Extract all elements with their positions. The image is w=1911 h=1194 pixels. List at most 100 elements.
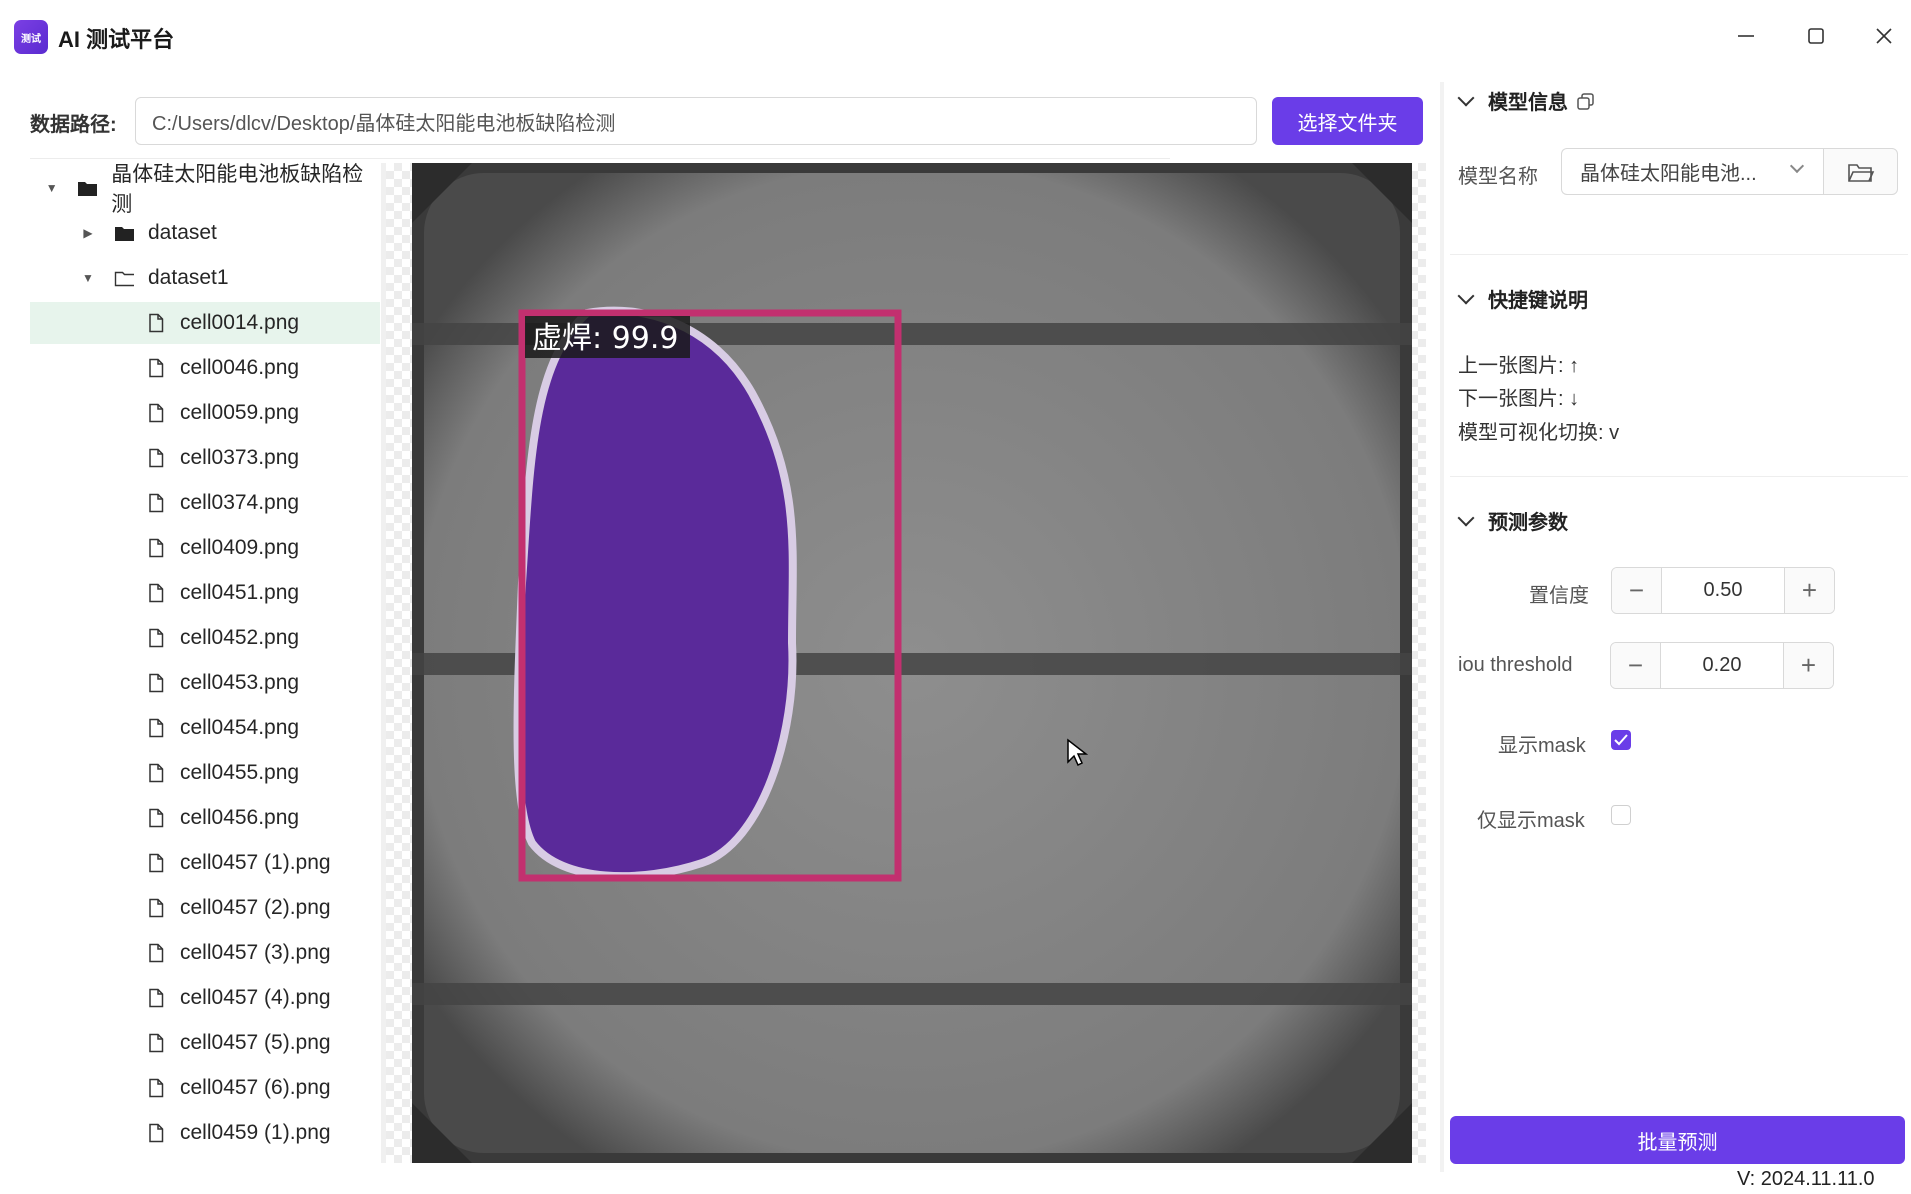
tree-root-folder[interactable]: ▼ 晶体硅太阳能电池板缺陷检测 bbox=[30, 163, 380, 216]
open-model-folder-button[interactable] bbox=[1823, 148, 1898, 195]
file-icon bbox=[146, 493, 166, 513]
only-mask-checkbox[interactable] bbox=[1611, 805, 1631, 825]
tree-file-item[interactable]: cell0373.png bbox=[30, 437, 380, 479]
tree-file-item[interactable]: cell0455.png bbox=[30, 752, 380, 794]
file-icon bbox=[146, 763, 166, 783]
close-icon bbox=[1876, 28, 1892, 44]
iou-stepper[interactable]: − 0.20 + bbox=[1610, 642, 1834, 689]
caret-down-icon[interactable]: ▼ bbox=[44, 181, 60, 195]
mouse-cursor-icon bbox=[1067, 738, 1088, 767]
file-tree[interactable]: ▼ 晶体硅太阳能电池板缺陷检测 ▶ dataset ▼ dataset1 cel… bbox=[30, 163, 380, 1163]
file-icon bbox=[146, 403, 166, 423]
chevron-down-icon bbox=[1457, 509, 1475, 526]
panel-divider[interactable] bbox=[1440, 82, 1444, 1172]
file-icon bbox=[146, 538, 166, 558]
divider bbox=[30, 158, 1170, 159]
copy-icon[interactable] bbox=[1576, 91, 1596, 111]
file-icon bbox=[146, 628, 166, 648]
model-name-label: 模型名称 bbox=[1458, 166, 1538, 188]
batch-predict-button[interactable]: 批量预测 bbox=[1450, 1116, 1905, 1164]
show-mask-checkbox[interactable] bbox=[1611, 730, 1631, 750]
file-icon bbox=[146, 313, 166, 333]
model-info-header[interactable]: 模型信息 bbox=[1456, 86, 1596, 115]
model-name-select[interactable]: 晶体硅太阳能电池... bbox=[1561, 148, 1824, 195]
tree-file-item[interactable]: cell0453.png bbox=[30, 662, 380, 704]
maximize-icon bbox=[1808, 28, 1824, 44]
tree-file-item[interactable]: cell0452.png bbox=[30, 617, 380, 659]
shortcut-prev: 上一张图片: ↑ bbox=[1458, 355, 1580, 377]
file-icon bbox=[146, 1078, 166, 1098]
file-icon bbox=[146, 988, 166, 1008]
tree-file-item[interactable]: cell0451.png bbox=[30, 572, 380, 614]
caret-down-icon[interactable]: ▼ bbox=[80, 271, 96, 285]
confidence-value[interactable]: 0.50 bbox=[1662, 568, 1784, 613]
app-logo: 测试 bbox=[14, 20, 48, 54]
folder-open-icon bbox=[1847, 163, 1874, 182]
section-divider bbox=[1450, 476, 1908, 477]
file-icon bbox=[146, 808, 166, 828]
chevron-down-icon bbox=[1457, 89, 1475, 106]
params-header[interactable]: 预测参数 bbox=[1456, 506, 1568, 535]
file-icon bbox=[146, 943, 166, 963]
tree-file-item[interactable]: cell0409.png bbox=[30, 527, 380, 569]
show-mask-label: 显示mask bbox=[1498, 735, 1586, 757]
shortcut-toggle: 模型可视化切换: v bbox=[1458, 422, 1620, 444]
close-button[interactable] bbox=[1866, 18, 1902, 54]
caret-right-icon[interactable]: ▶ bbox=[80, 226, 96, 240]
minimize-icon bbox=[1738, 35, 1754, 37]
detection-label: 虚焊: 99.9 bbox=[532, 321, 678, 356]
iou-decrement-button[interactable]: − bbox=[1611, 643, 1661, 688]
tree-file-item[interactable]: cell0046.png bbox=[30, 347, 380, 389]
version-label: V: 2024.11.11.0 bbox=[1737, 1168, 1875, 1190]
file-icon bbox=[146, 853, 166, 873]
folder-open-icon bbox=[114, 268, 134, 288]
check-icon bbox=[1614, 734, 1628, 746]
data-path-input[interactable]: C:/Users/dlcv/Desktop/晶体硅太阳能电池板缺陷检测 bbox=[135, 97, 1257, 145]
section-divider bbox=[1450, 254, 1908, 255]
folder-filled-icon bbox=[77, 178, 98, 198]
tree-file-item[interactable]: cell0457 (5).png bbox=[30, 1022, 380, 1064]
tree-file-item[interactable]: cell0457 (3).png bbox=[30, 932, 380, 974]
chevron-down-icon bbox=[1789, 158, 1805, 174]
app-title: AI 测试平台 bbox=[58, 27, 175, 52]
folder-filled-icon bbox=[114, 223, 134, 243]
maximize-button[interactable] bbox=[1798, 18, 1834, 54]
tree-file-item[interactable]: cell0374.png bbox=[30, 482, 380, 524]
shortcut-next: 下一张图片: ↓ bbox=[1458, 388, 1580, 410]
file-icon bbox=[146, 673, 166, 693]
tree-folder-dataset[interactable]: ▶ dataset bbox=[30, 212, 380, 254]
file-icon bbox=[146, 583, 166, 603]
tree-file-item[interactable]: cell0457 (1).png bbox=[30, 842, 380, 884]
file-icon bbox=[146, 1123, 166, 1143]
preview-image[interactable]: 虚焊: 99.9 bbox=[412, 163, 1412, 1163]
confidence-stepper[interactable]: − 0.50 + bbox=[1611, 567, 1835, 614]
tree-file-item[interactable]: cell0459 (1).png bbox=[30, 1112, 380, 1154]
title-bar: 测试 AI 测试平台 bbox=[0, 0, 1911, 74]
tree-file-item[interactable]: cell0457 (2).png bbox=[30, 887, 380, 929]
defect-mask bbox=[513, 306, 797, 881]
only-mask-label: 仅显示mask bbox=[1477, 810, 1585, 832]
chevron-down-icon bbox=[1457, 287, 1475, 304]
data-path-label: 数据路径: bbox=[30, 114, 117, 136]
confidence-decrement-button[interactable]: − bbox=[1612, 568, 1662, 613]
tree-file-item[interactable]: cell0014.png bbox=[30, 302, 380, 344]
tree-file-item[interactable]: cell0456.png bbox=[30, 797, 380, 839]
minimize-button[interactable] bbox=[1728, 18, 1764, 54]
file-icon bbox=[146, 718, 166, 738]
file-icon bbox=[146, 1033, 166, 1053]
file-icon bbox=[146, 448, 166, 468]
tree-file-item[interactable]: cell0457 (4).png bbox=[30, 977, 380, 1019]
iou-value[interactable]: 0.20 bbox=[1661, 643, 1783, 688]
file-icon bbox=[146, 898, 166, 918]
tree-file-item[interactable]: cell0457 (6).png bbox=[30, 1067, 380, 1109]
iou-label: iou threshold bbox=[1458, 654, 1573, 676]
tree-file-item[interactable]: cell0059.png bbox=[30, 392, 380, 434]
choose-folder-button[interactable]: 选择文件夹 bbox=[1272, 97, 1423, 145]
confidence-increment-button[interactable]: + bbox=[1784, 568, 1834, 613]
tree-file-item[interactable]: cell0454.png bbox=[30, 707, 380, 749]
shortcuts-header[interactable]: 快捷键说明 bbox=[1456, 284, 1588, 313]
tree-folder-dataset1[interactable]: ▼ dataset1 bbox=[30, 257, 380, 299]
file-icon bbox=[146, 358, 166, 378]
iou-increment-button[interactable]: + bbox=[1783, 643, 1833, 688]
confidence-label: 置信度 bbox=[1529, 585, 1589, 607]
